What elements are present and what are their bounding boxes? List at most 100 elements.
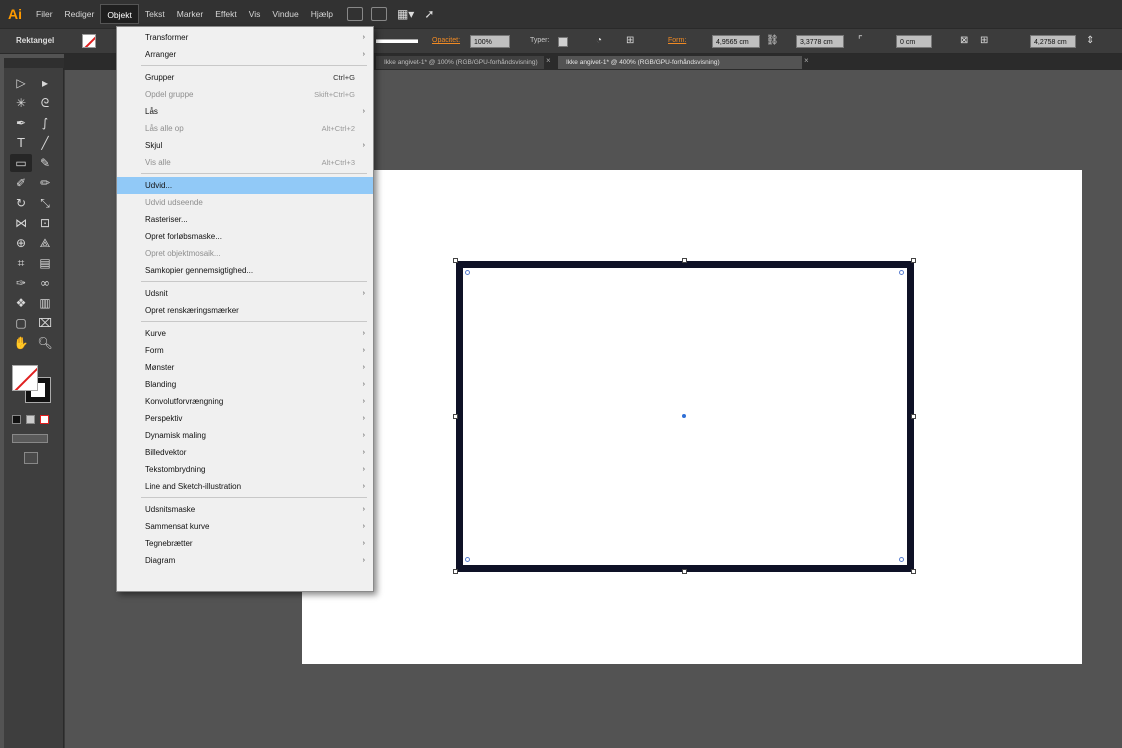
pathfinder-icon[interactable]: ⊞ <box>980 35 988 46</box>
menu-item-billedvektor[interactable]: Billedvektor › <box>117 444 373 461</box>
resize-handle-br[interactable] <box>911 569 916 574</box>
resize-handle-tl[interactable] <box>453 258 458 263</box>
height-field[interactable]: 3,3778 cm <box>796 35 844 48</box>
menu-item-form[interactable]: Form › <box>117 342 373 359</box>
link-icon[interactable]: ⛓ <box>766 35 779 46</box>
menu-item-arranger[interactable]: Arranger › <box>117 46 373 63</box>
shape-label[interactable]: Form: <box>668 37 686 44</box>
bridge-icon[interactable] <box>346 7 363 21</box>
menu-item-udsnitsmaske[interactable]: Udsnitsmaske › <box>117 501 373 518</box>
free-transform-tool-icon[interactable]: ⊡ <box>34 214 56 232</box>
menu-item-udvid[interactable]: Udvid... <box>117 177 373 194</box>
menu-item-lås[interactable]: Lås › <box>117 103 373 120</box>
stock-icon[interactable] <box>370 7 387 21</box>
gradient-tool-icon[interactable]: ▤ <box>34 254 56 272</box>
resize-handle-bl[interactable] <box>453 569 458 574</box>
menu-effekt[interactable]: Effekt <box>209 4 243 24</box>
hand-tool-icon[interactable]: ✋ <box>10 334 32 352</box>
pen-tool-icon[interactable]: ✒ <box>10 114 32 132</box>
resize-handle-bm[interactable] <box>682 569 687 574</box>
menu-vis[interactable]: Vis <box>243 4 267 24</box>
stroke-weight-preview[interactable] <box>376 39 418 43</box>
eraser-tool-icon[interactable]: ✏ <box>34 174 56 192</box>
gradient-mode-icon[interactable] <box>26 415 35 424</box>
live-corner-widget[interactable] <box>465 270 470 275</box>
transform-icon[interactable]: ⊠ <box>960 35 968 46</box>
send-icon[interactable]: ➚ <box>424 7 434 21</box>
resize-handle-ml[interactable] <box>453 413 458 419</box>
menu-item-tekstombrydning[interactable]: Tekstombrydning › <box>117 461 373 478</box>
curvature-tool-icon[interactable]: ∫ <box>34 114 56 132</box>
menu-item-skjul[interactable]: Skjul › <box>117 137 373 154</box>
menu-item-udsnit[interactable]: Udsnit › <box>117 285 373 302</box>
zoom-tool-icon[interactable]: 🔍︎ <box>34 334 56 352</box>
close-tab-2-icon[interactable]: × <box>804 56 809 65</box>
opacity-field[interactable]: 100% <box>470 35 510 48</box>
menu-item-line-and-sketch-illustration[interactable]: Line and Sketch-illustration › <box>117 478 373 495</box>
center-point[interactable] <box>682 414 686 418</box>
menu-item-konvolutforvrængning[interactable]: Konvolutforvrængning › <box>117 393 373 410</box>
menu-vindue[interactable]: Vindue <box>266 4 304 24</box>
selection-tool-icon[interactable]: ▷ <box>10 74 32 92</box>
menu-item-opret-forløbsmaske[interactable]: Opret forløbsmaske... <box>117 228 373 245</box>
none-mode-icon[interactable] <box>40 415 49 424</box>
menu-rediger[interactable]: Rediger <box>59 4 101 24</box>
shaper-tool-icon[interactable]: ✐ <box>10 174 32 192</box>
menu-item-opret-renskæringsmærker[interactable]: Opret renskæringsmærker <box>117 302 373 319</box>
document-tab-1[interactable]: Ikke angivet-1* @ 100% (RGB/GPU-forhånds… <box>376 56 544 69</box>
menu-item-transformer[interactable]: Transformer › <box>117 29 373 46</box>
artboard-tool-icon[interactable]: ▢ <box>10 314 32 332</box>
x-field[interactable]: 0 cm <box>896 35 932 48</box>
scale-tool-icon[interactable]: ⤡ <box>34 194 56 212</box>
magic-wand-tool-icon[interactable]: ✳ <box>10 94 32 112</box>
paintbrush-tool-icon[interactable]: ✎ <box>34 154 56 172</box>
slice-tool-icon[interactable]: ⌧ <box>34 314 56 332</box>
menu-item-samkopier-gennemsigtighed[interactable]: Samkopier gennemsigtighed... <box>117 262 373 279</box>
color-mode-icon[interactable] <box>12 415 21 424</box>
align-icon[interactable]: ⊞ <box>626 35 634 46</box>
resize-handle-mr[interactable] <box>911 413 916 419</box>
live-corner-widget[interactable] <box>899 270 904 275</box>
workspace-grid-icon[interactable]: ▦▾ <box>397 7 414 21</box>
more-options-icon[interactable]: ⇕ <box>1086 35 1094 46</box>
blend-tool-icon[interactable]: ∞ <box>34 274 56 292</box>
menu-marker[interactable]: Marker <box>171 4 209 24</box>
style-swatch[interactable] <box>558 37 568 47</box>
type-tool-icon[interactable]: T <box>10 134 32 152</box>
symbol-sprayer-tool-icon[interactable]: ❖ <box>10 294 32 312</box>
opacity-label[interactable]: Opacitet: <box>432 37 460 44</box>
menu-item-sammensat-kurve[interactable]: Sammensat kurve › <box>117 518 373 535</box>
line-segment-tool-icon[interactable]: ╱ <box>34 134 56 152</box>
width-tool-icon[interactable]: ⋈ <box>10 214 32 232</box>
menu-item-blanding[interactable]: Blanding › <box>117 376 373 393</box>
menu-tekst[interactable]: Tekst <box>139 4 171 24</box>
screen-mode-icon[interactable] <box>24 452 38 464</box>
resize-handle-tm[interactable] <box>682 258 687 263</box>
mesh-tool-icon[interactable]: ⌗ <box>10 254 32 272</box>
document-tab-2[interactable]: Ikke angivet-1* @ 400% (RGB/GPU-forhånds… <box>558 56 802 69</box>
menu-item-tegnebrætter[interactable]: Tegnebrætter › <box>117 535 373 552</box>
resize-handle-tr[interactable] <box>911 258 916 263</box>
menu-item-dynamisk-maling[interactable]: Dynamisk maling › <box>117 427 373 444</box>
menu-item-kurve[interactable]: Kurve › <box>117 325 373 342</box>
close-tab-1-icon[interactable]: × <box>546 56 551 65</box>
fill-none-swatch[interactable] <box>82 34 96 48</box>
rectangle-tool-icon[interactable]: ▭ <box>10 154 32 172</box>
menu-objekt[interactable]: Objekt <box>100 4 139 24</box>
menu-item-mønster[interactable]: Mønster › <box>117 359 373 376</box>
perspective-grid-tool-icon[interactable]: ⟁ <box>34 234 56 252</box>
y-field[interactable]: 4,2758 cm <box>1030 35 1076 48</box>
menu-item-perspektiv[interactable]: Perspektiv › <box>117 410 373 427</box>
shape-builder-tool-icon[interactable]: ⊕ <box>10 234 32 252</box>
menu-filer[interactable]: Filer <box>30 4 59 24</box>
corner-icon[interactable]: ⌜ <box>858 35 863 46</box>
draw-mode-icon[interactable] <box>12 434 48 443</box>
recolor-icon[interactable]: ◔ <box>596 35 602 46</box>
column-graph-tool-icon[interactable]: ▥ <box>34 294 56 312</box>
rotate-tool-icon[interactable]: ↻ <box>10 194 32 212</box>
width-field[interactable]: 4,9565 cm <box>712 35 760 48</box>
eyedropper-tool-icon[interactable]: ✑ <box>10 274 32 292</box>
menu-hjælp[interactable]: Hjælp <box>305 4 339 24</box>
menu-item-diagram[interactable]: Diagram › <box>117 552 373 569</box>
menu-item-rasteriser[interactable]: Rasteriser... <box>117 211 373 228</box>
